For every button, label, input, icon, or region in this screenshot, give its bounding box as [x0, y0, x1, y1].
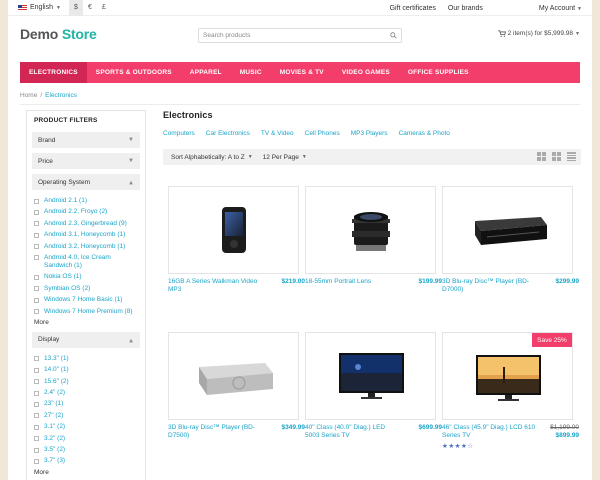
product-name-bluray-7500[interactable]: 3D Blu-ray Disc™ Player (BD-D7500): [168, 424, 263, 440]
product-price-bluray-7000: $299.99: [555, 278, 580, 285]
product-old-price-lcd-tv: $1,199.00: [550, 424, 579, 431]
led-tv-image: [339, 353, 404, 399]
product-price-lens: $199.99: [418, 278, 443, 285]
bluray-player-image: [475, 217, 547, 245]
product-grid: 16GB A Series Walkman Video MP3 $219.00 …: [8, 0, 592, 480]
bluray-player-silver-image: [199, 363, 273, 395]
product-price-led-tv: $699.99: [418, 424, 443, 431]
product-price-lcd-tv: $899.99: [555, 432, 580, 439]
product-image-led-tv[interactable]: [305, 332, 436, 420]
product-image-lens[interactable]: [305, 186, 436, 274]
product-price-bluray-7500: $349.99: [281, 424, 306, 431]
product-image-lcd-tv[interactable]: Save 25%: [442, 332, 573, 420]
product-name-walkman[interactable]: 16GB A Series Walkman Video MP3: [168, 278, 263, 294]
page: English ▼ $ € £ Gift certificates Our br…: [8, 0, 592, 480]
product-image-bluray-7000[interactable]: [442, 186, 573, 274]
save-badge: Save 25%: [532, 333, 572, 347]
lens-image: [352, 212, 390, 251]
product-name-lcd-tv[interactable]: 46" Class (45.9" Diag.) LCD 610 Series T…: [442, 424, 537, 440]
walkman-image: [222, 207, 246, 253]
product-name-lens[interactable]: 18-55mm Portrait Lens: [305, 278, 400, 286]
product-price-walkman: $219.00: [281, 278, 306, 285]
product-image-walkman[interactable]: [168, 186, 299, 274]
rating-stars: ★★★★☆: [442, 443, 474, 450]
product-name-bluray-7000[interactable]: 3D Blu-ray Disc™ Player (BD-D7000): [442, 278, 537, 294]
product-image-bluray-7500[interactable]: [168, 332, 299, 420]
product-name-led-tv[interactable]: 40" Class (40.0" Diag.) LED 5003 Series …: [305, 424, 400, 440]
